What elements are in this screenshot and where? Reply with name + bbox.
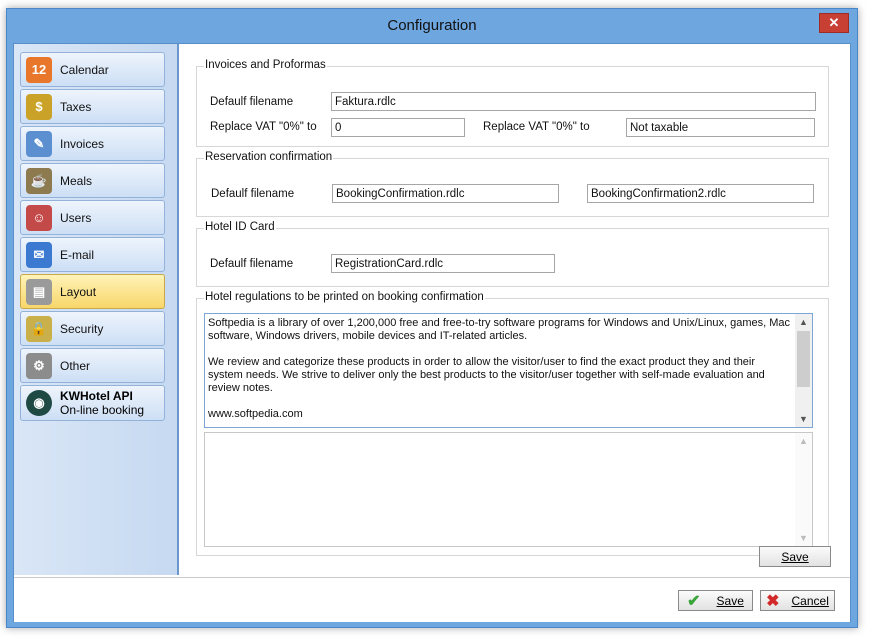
- sidebar-item-label: Meals: [60, 173, 93, 188]
- save-label: Save: [716, 593, 744, 608]
- layout-settings-panel: Invoices and Proformas Defaulf filename …: [179, 44, 850, 575]
- reservation-filename-label: Defaulf filename: [211, 188, 295, 200]
- gears-icon: ⚙: [26, 352, 52, 379]
- sidebar-item-label: Calendar: [60, 62, 109, 77]
- scroll-down-icon[interactable]: ▼: [795, 411, 812, 427]
- sidebar-item-layout[interactable]: ▤ Layout: [20, 274, 165, 309]
- hotel-id-filename-field[interactable]: RegistrationCard.rdlc: [331, 254, 555, 273]
- dialog-footer: ✔ Save ✖ Cancel: [14, 577, 850, 622]
- group-legend: Invoices and Proformas: [204, 59, 327, 71]
- save-label: Save: [781, 549, 809, 564]
- meals-icon: ☕: [26, 167, 52, 194]
- vat-replace-label-2: Replace VAT "0%" to: [483, 121, 590, 133]
- sidebar-item-label: Layout: [60, 284, 97, 299]
- regulations-scrollbar[interactable]: ▲ ▼: [795, 314, 812, 427]
- reservation-filename-field-2[interactable]: BookingConfirmation2.rdlc: [587, 184, 814, 203]
- sidebar-item-label: Invoices: [60, 136, 105, 151]
- scroll-up-icon[interactable]: ▲: [795, 433, 812, 449]
- reservation-filename-field[interactable]: BookingConfirmation.rdlc: [332, 184, 559, 203]
- regulations-textarea-2[interactable]: ▲ ▼: [204, 432, 813, 547]
- group-legend: Hotel regulations to be printed on booki…: [204, 291, 485, 303]
- regulations-textarea[interactable]: Softpedia is a library of over 1,200,000…: [204, 313, 813, 428]
- regulations-save-button[interactable]: Save: [759, 546, 831, 567]
- sidebar-item-users[interactable]: ☺ Users: [20, 200, 165, 235]
- coins-icon: $: [26, 93, 52, 120]
- sidebar-item-label: E-mail: [60, 247, 95, 262]
- scroll-thumb[interactable]: [797, 331, 810, 387]
- sidebar-item-label: Security: [60, 321, 104, 336]
- sidebar-item-meals[interactable]: ☕ Meals: [20, 163, 165, 198]
- group-legend: Reservation confirmation: [204, 151, 334, 163]
- scroll-down-icon[interactable]: ▼: [795, 530, 812, 546]
- sidebar-item-invoices[interactable]: ✎ Invoices: [20, 126, 165, 161]
- cancel-label: Cancel: [791, 593, 829, 608]
- group-legend: Hotel ID Card: [204, 221, 276, 233]
- cancel-x-icon: ✖: [766, 592, 780, 610]
- scroll-up-icon[interactable]: ▲: [795, 314, 812, 330]
- sidebar-item-calendar[interactable]: 12 Calendar: [20, 52, 165, 87]
- sidebar-item-email[interactable]: ✉ E-mail: [20, 237, 165, 272]
- sidebar-item-label: Taxes: [60, 99, 92, 114]
- api-subtitle: On-line booking: [60, 403, 145, 417]
- sidebar-item-label: Other: [60, 358, 91, 373]
- vat-replace-field-2[interactable]: Not taxable: [626, 118, 815, 137]
- users-icon: ☺: [26, 204, 52, 231]
- sidebar-item-kwhotel-api[interactable]: ◉ KWHotel API On-line booking: [20, 385, 165, 421]
- client-area: 12 Calendar $ Taxes ✎ Invoices ☕ Meals ☺…: [13, 43, 851, 622]
- invoice-filename-label: Defaulf filename: [210, 96, 294, 108]
- invoice-icon: ✎: [26, 130, 52, 157]
- layout-icon: ▤: [26, 278, 52, 305]
- window-title: Configuration: [387, 17, 477, 34]
- lock-icon: 🔒: [26, 315, 52, 342]
- email-icon: ✉: [26, 241, 52, 268]
- sidebar-item-security[interactable]: 🔒 Security: [20, 311, 165, 346]
- regulations-text: Softpedia is a library of over 1,200,000…: [208, 317, 791, 420]
- close-icon[interactable]: ✕: [819, 13, 849, 33]
- vat-replace-label: Replace VAT "0%" to: [210, 121, 317, 133]
- sidebar-item-label: Users: [60, 210, 92, 225]
- save-button[interactable]: ✔ Save: [678, 590, 753, 611]
- title-bar[interactable]: Configuration ✕: [7, 9, 857, 39]
- api-title: KWHotel API: [60, 389, 133, 403]
- calendar-icon: 12: [26, 56, 52, 83]
- sidebar-item-other[interactable]: ⚙ Other: [20, 348, 165, 383]
- sidebar-item-taxes[interactable]: $ Taxes: [20, 89, 165, 124]
- checkmark-icon: ✔: [687, 592, 701, 610]
- api-labels: KWHotel API On-line booking: [60, 389, 144, 417]
- globe-icon: ◉: [26, 390, 52, 416]
- hotel-id-filename-label: Defaulf filename: [210, 258, 294, 270]
- invoice-filename-field[interactable]: Faktura.rdlc: [331, 92, 816, 111]
- regulations-scrollbar-2[interactable]: ▲ ▼: [795, 433, 812, 546]
- vat-replace-field[interactable]: 0: [331, 118, 465, 137]
- sidebar: 12 Calendar $ Taxes ✎ Invoices ☕ Meals ☺…: [14, 44, 179, 575]
- cancel-button[interactable]: ✖ Cancel: [760, 590, 835, 611]
- configuration-window: Configuration ✕ 12 Calendar $ Taxes ✎ In…: [6, 8, 858, 628]
